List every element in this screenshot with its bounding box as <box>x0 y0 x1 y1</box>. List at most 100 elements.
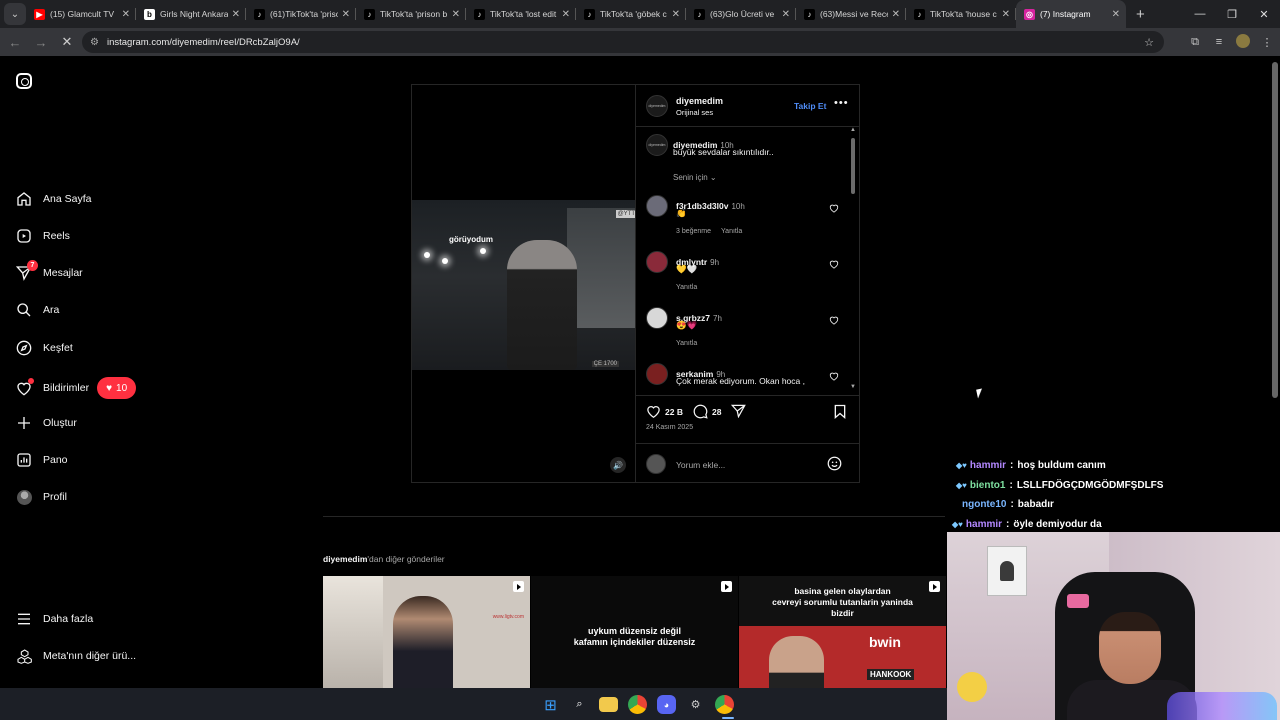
sidebar-item-reels[interactable]: Reels <box>16 228 70 244</box>
thumb-sponsor-1: bwin <box>869 634 901 650</box>
windows-start-icon[interactable]: ⊞ <box>541 695 560 714</box>
share-icon[interactable] <box>731 404 746 418</box>
author-name[interactable]: diyemedim <box>676 96 723 106</box>
webcam-duck-toy <box>957 672 987 702</box>
likes-count[interactable]: 22 B <box>665 407 683 417</box>
chrome-icon[interactable] <box>715 695 734 714</box>
commenter-avatar[interactable] <box>646 251 668 273</box>
sidebar-item-bildirimler[interactable]: Bildirimler ♥ 10 <box>16 377 137 399</box>
comments-list[interactable]: diyemedim diyemedim 10h büyük sevdalar sı… <box>636 128 859 394</box>
close-tab-icon[interactable]: ✕ <box>562 9 570 20</box>
close-tab-icon[interactable]: ✕ <box>672 9 680 20</box>
close-tab-icon[interactable]: ✕ <box>1002 9 1010 20</box>
author-avatar[interactable]: diyemedim <box>646 95 668 117</box>
sidebar-item-ke-fet[interactable]: Keşfet <box>16 340 73 356</box>
commenter-avatar[interactable] <box>646 195 668 217</box>
bookmark-icon[interactable] <box>834 404 846 419</box>
close-tab-icon[interactable]: ✕ <box>342 9 350 20</box>
new-tab-icon[interactable]: + <box>1136 6 1145 23</box>
sidebar-item-ara[interactable]: Ara <box>16 302 59 318</box>
more-post-thumbnail[interactable]: www.ligtv.com <box>323 576 530 688</box>
audio-label[interactable]: Orijinal ses <box>676 108 713 117</box>
close-tab-icon[interactable]: ✕ <box>452 9 460 20</box>
chat-message: ngonte10: babadır <box>962 499 1054 511</box>
reply-button[interactable]: Yanıtla <box>676 340 697 347</box>
reply-button[interactable]: Yanıtla <box>676 284 697 291</box>
close-tab-icon[interactable]: ✕ <box>122 9 130 20</box>
sidebar-item-profil[interactable]: Profil <box>16 489 67 505</box>
chat-text: öyle demiyodur da <box>1013 518 1102 530</box>
thumb-sponsor-2: HANKOOK <box>867 669 915 680</box>
browser-tab[interactable]: ♪ (61)TikTok'ta 'prison ✕ <box>246 0 356 28</box>
media-control-icon[interactable]: ≡ <box>1212 36 1226 48</box>
discord-icon[interactable]: ◕ <box>657 695 676 714</box>
comment-input[interactable]: Yorum ekle... <box>676 460 725 470</box>
close-tab-icon[interactable]: ✕ <box>232 9 240 20</box>
sort-dropdown[interactable]: Senin için ⌄ <box>673 173 717 182</box>
browser-tab[interactable]: ♪ TikTok'ta 'göbek c ✕ <box>576 0 686 28</box>
close-window-icon[interactable]: ✕ <box>1248 8 1280 21</box>
more-post-thumbnail[interactable]: uykum düzensiz değil kafamın içindekiler… <box>531 576 738 688</box>
more-options-icon[interactable]: ••• <box>834 97 849 109</box>
sidebar-item-ana-sayfa[interactable]: Ana Sayfa <box>16 191 91 207</box>
profile-icon[interactable] <box>1236 33 1250 51</box>
scroll-up-icon[interactable]: ▲ <box>850 127 856 133</box>
chrome-icon[interactable] <box>628 695 647 714</box>
reply-button[interactable]: Yanıtla <box>721 228 742 235</box>
volume-icon[interactable]: 🔊 <box>610 457 626 473</box>
file-explorer-icon[interactable] <box>599 697 618 712</box>
chat-text: hoş buldum canım <box>1017 460 1106 472</box>
settings-icon[interactable]: ⚙ <box>686 695 705 714</box>
browser-tab[interactable]: ♪ TikTok'ta 'lost edit ✕ <box>466 0 576 28</box>
commenter-avatar[interactable] <box>646 363 668 385</box>
sidebar-item-olu-tur[interactable]: Oluştur <box>16 415 77 431</box>
comment-like-icon[interactable] <box>829 203 839 213</box>
browser-tab[interactable]: ♪ (63)Messi ve Rece ✕ <box>796 0 906 28</box>
browser-menu-icon[interactable]: ⋮ <box>1260 36 1274 49</box>
comment-time: 10h <box>731 202 745 211</box>
close-tab-icon[interactable]: ✕ <box>782 9 790 20</box>
browser-tab[interactable]: b Girls Night Ankara ✕ <box>136 0 246 28</box>
comment-like-icon[interactable] <box>829 259 839 269</box>
stop-icon[interactable]: ✕ <box>56 34 78 50</box>
close-tab-icon[interactable]: ✕ <box>1112 9 1120 20</box>
browser-tab[interactable]: ♪ (63)Glo Ücreti ve ✕ <box>686 0 796 28</box>
follow-button[interactable]: Takip Et <box>794 101 826 111</box>
address-bar[interactable]: ⚙ instagram.com/diyemedim/reel/DRcbZaljO… <box>82 31 1164 53</box>
comments-count[interactable]: 28 <box>712 407 721 417</box>
sidebar-item-pano[interactable]: Pano <box>16 452 68 468</box>
like-heart-icon[interactable] <box>646 404 661 418</box>
comment-like-icon[interactable] <box>829 315 839 325</box>
maximize-icon[interactable]: ❐ <box>1216 8 1248 21</box>
caption-avatar[interactable]: diyemedim <box>646 134 668 156</box>
notification-pill[interactable]: ♥ 10 <box>97 377 137 399</box>
emoji-icon[interactable] <box>827 456 842 471</box>
page-scrollbar[interactable] <box>1272 62 1278 398</box>
browser-tab[interactable]: ▶ (15) Glamcult TV ✕ <box>26 0 136 28</box>
close-tab-icon[interactable]: ✕ <box>892 9 900 20</box>
comment-icon[interactable] <box>693 404 708 419</box>
more-posts-owner[interactable]: diyemedim <box>323 554 367 564</box>
tab-search-icon[interactable]: ⌄ <box>4 3 26 25</box>
comments-scrollbar[interactable] <box>851 138 855 194</box>
comment-like-icon[interactable] <box>829 371 839 381</box>
minimize-icon[interactable]: — <box>1184 8 1216 20</box>
instagram-logo-icon[interactable] <box>16 73 32 89</box>
scroll-down-icon[interactable]: ▼ <box>850 384 856 390</box>
browser-tab[interactable]: ◎ (7) Instagram ✕ <box>1016 0 1126 28</box>
forward-icon[interactable]: → <box>30 35 52 50</box>
comment-likes[interactable]: 3 beğenme <box>676 228 711 235</box>
back-icon[interactable]: ← <box>4 35 26 50</box>
commenter-avatar[interactable] <box>646 307 668 329</box>
bookmark-star-icon[interactable]: ☆ <box>1144 36 1154 49</box>
meta-products-button[interactable]: Meta'nın diğer ürü... <box>16 648 136 664</box>
more-post-thumbnail[interactable]: bwin HANKOOK basina gelen olaylardan cev… <box>739 576 946 688</box>
site-info-icon[interactable]: ⚙ <box>90 37 99 48</box>
extensions-icon[interactable]: ⧉ <box>1188 36 1202 49</box>
sidebar-item-mesajlar[interactable]: 7 Mesajlar <box>16 260 83 281</box>
reel-video[interactable]: görüyodum @YTT ÇE 1700 🔊 <box>411 84 636 483</box>
search-icon[interactable]: ⌕ <box>570 695 589 714</box>
browser-tab[interactable]: ♪ TikTok'ta 'house c ✕ <box>906 0 1016 28</box>
more-menu-button[interactable]: Daha fazla <box>16 611 93 627</box>
browser-tab[interactable]: ♪ TikTok'ta 'prison b ✕ <box>356 0 466 28</box>
